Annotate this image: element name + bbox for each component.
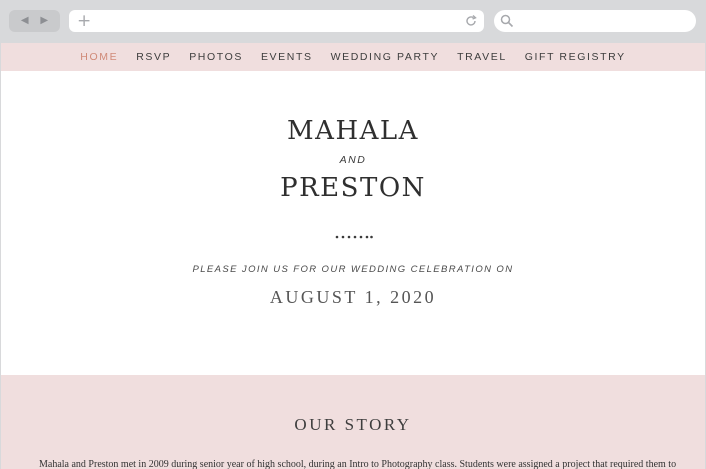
nav-item-photos[interactable]: PHOTOS <box>189 51 243 63</box>
story-text: Mahala and Preston met in 2009 during se… <box>39 459 679 469</box>
search-icon <box>500 14 514 28</box>
plus-icon[interactable]: + <box>77 11 91 31</box>
couple-name-second: PRESTON <box>280 173 426 203</box>
nav-item-travel[interactable]: TRAVEL <box>457 51 507 63</box>
browser-nav-buttons: ◀ ▶ <box>9 10 60 32</box>
browser-search-field[interactable] <box>494 10 696 32</box>
invitation-line: PLEASE JOIN US FOR OUR WEDDING CELEBRATI… <box>192 264 514 275</box>
wedding-date: AUGUST 1, 2020 <box>269 287 437 307</box>
browser-chrome: ◀ ▶ + <box>0 0 706 43</box>
nav-item-rsvp[interactable]: RSVP <box>136 51 171 63</box>
dots-divider-icon <box>335 235 373 239</box>
hero-section: MAHALA AND PRESTON PLEASE JOIN US FOR OU… <box>1 71 705 375</box>
story-title: OUR STORY <box>294 415 412 434</box>
couple-name-first: MAHALA <box>287 116 419 146</box>
nav-item-home[interactable]: HOME <box>80 51 118 63</box>
couple-and-word: AND <box>339 154 367 166</box>
our-story-section: OUR STORY Mahala and Preston met in 2009… <box>1 375 705 469</box>
reload-icon[interactable] <box>464 14 478 28</box>
back-icon[interactable]: ◀ <box>21 16 29 26</box>
nav-item-gift-registry[interactable]: GIFT REGISTRY <box>525 51 626 63</box>
forward-icon[interactable]: ▶ <box>40 16 48 26</box>
nav-item-wedding-party[interactable]: WEDDING PARTY <box>331 51 440 63</box>
site-navigation: HOME RSVP PHOTOS EVENTS WEDDING PARTY TR… <box>1 43 705 71</box>
address-bar[interactable]: + <box>69 10 484 32</box>
nav-item-events[interactable]: EVENTS <box>261 51 313 63</box>
